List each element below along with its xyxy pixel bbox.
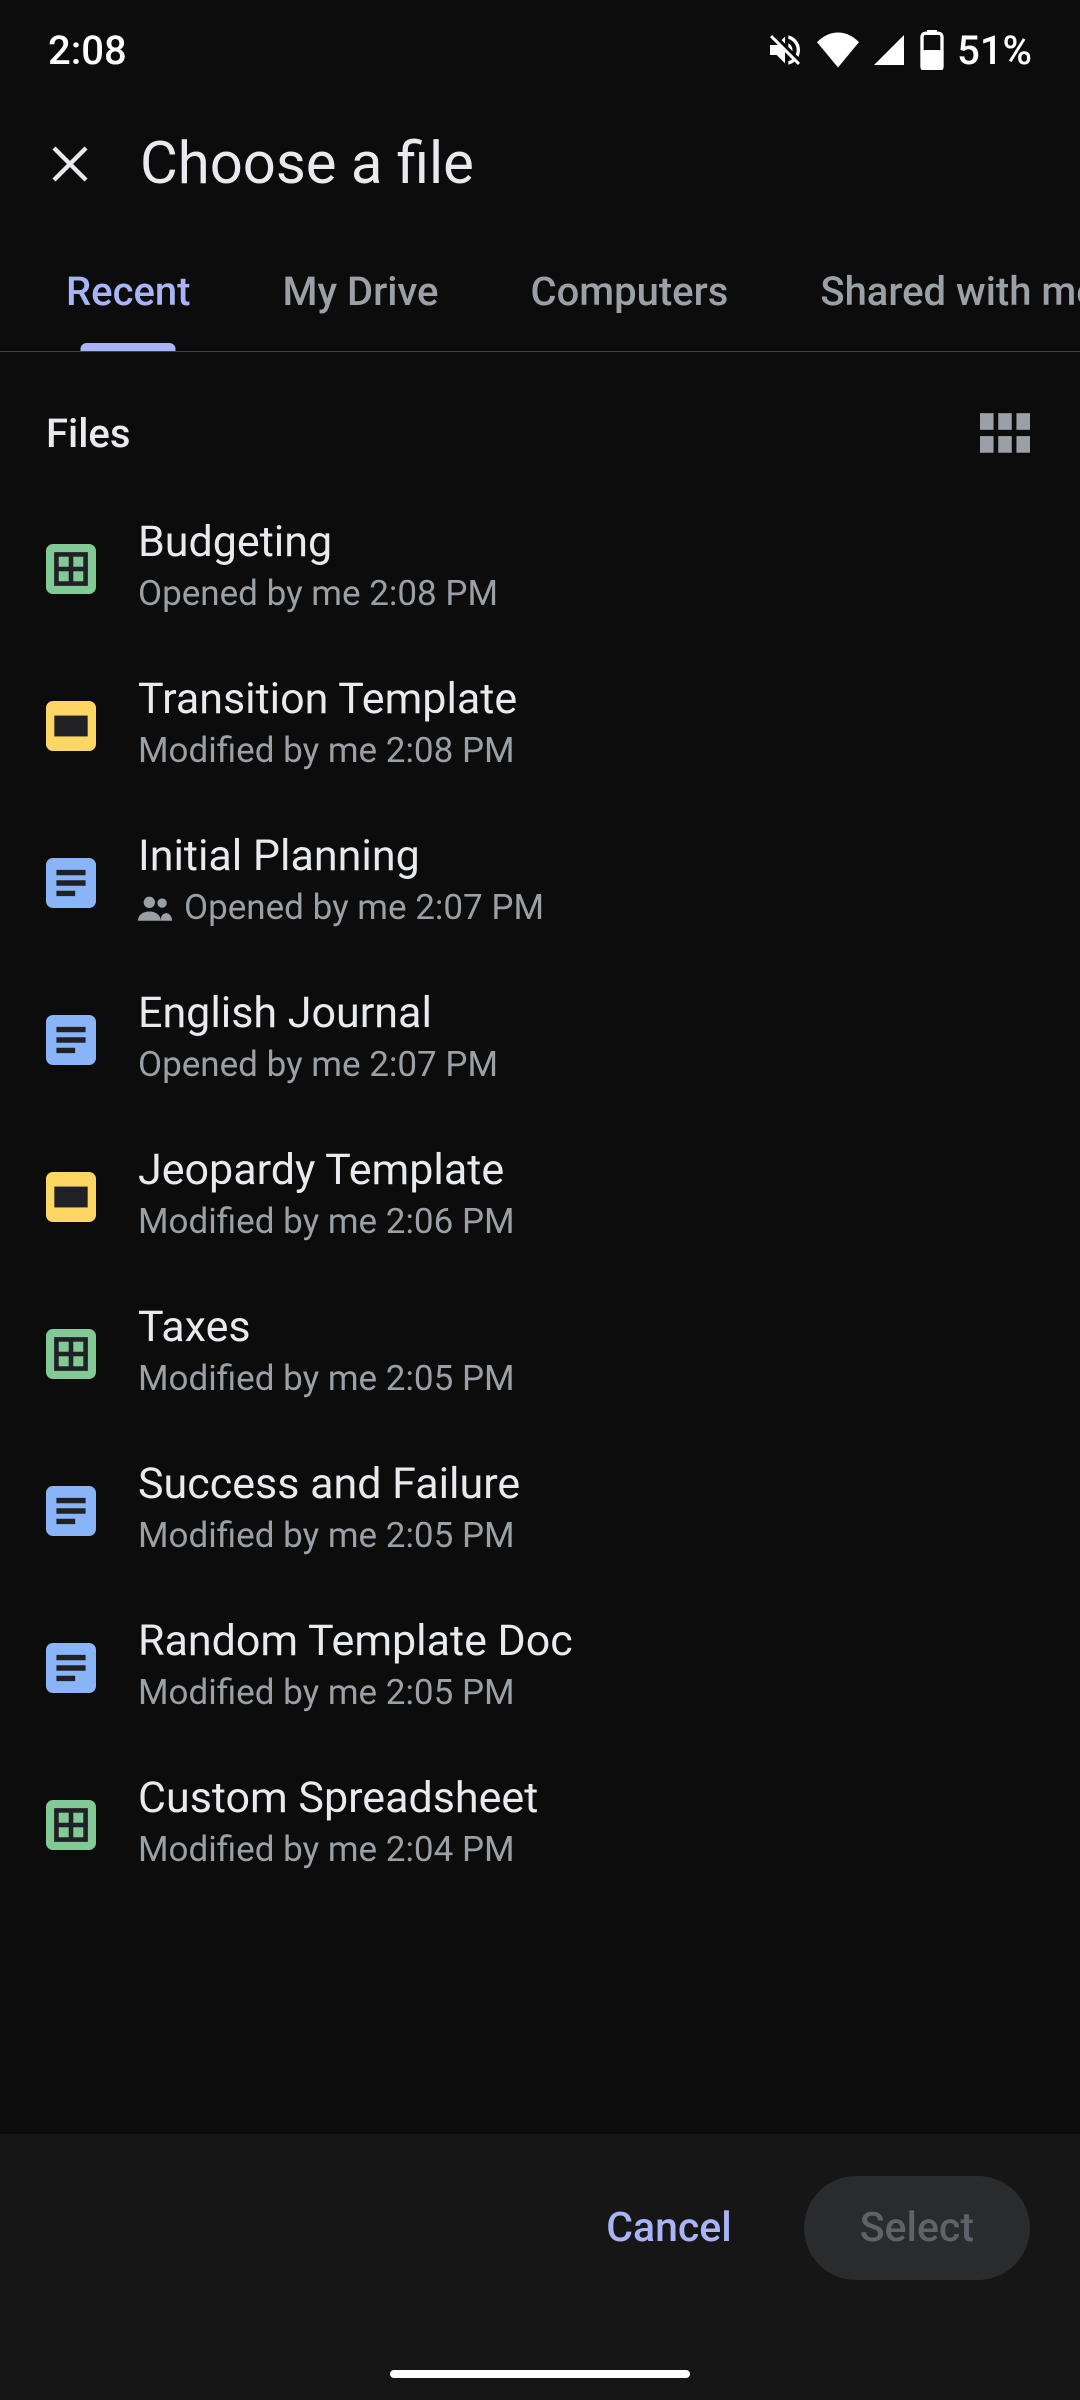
- tab-my-drive[interactable]: My Drive: [237, 238, 485, 351]
- file-text: Success and Failure Modified by me 2:05 …: [138, 1459, 520, 1556]
- sheets-icon: [46, 1329, 96, 1379]
- file-meta: Modified by me 2:08 PM: [138, 730, 517, 771]
- file-name: Random Template Doc: [138, 1616, 573, 1666]
- file-meta: Opened by me 2:07 PM: [138, 1044, 498, 1085]
- status-right: 51%: [765, 27, 1032, 74]
- file-item[interactable]: Taxes Modified by me 2:05 PM: [0, 1272, 1080, 1429]
- cancel-button[interactable]: Cancel: [574, 2180, 764, 2276]
- sheets-icon: [46, 544, 96, 594]
- file-item[interactable]: Custom Spreadsheet Modified by me 2:04 P…: [0, 1743, 1080, 1900]
- file-meta: Modified by me 2:06 PM: [138, 1201, 515, 1242]
- section-title: Files: [46, 410, 130, 457]
- grid-view-button[interactable]: [980, 413, 1030, 455]
- header: Choose a file: [0, 100, 1080, 238]
- wifi-icon: [817, 32, 859, 68]
- docs-icon: [46, 1486, 96, 1536]
- file-text: English Journal Opened by me 2:07 PM: [138, 988, 498, 1085]
- file-text: Transition Template Modified by me 2:08 …: [138, 674, 517, 771]
- slides-icon: [46, 1172, 96, 1222]
- section-header: Files: [0, 352, 1080, 487]
- sheets-icon: [46, 1800, 96, 1850]
- mute-icon: [765, 30, 805, 70]
- file-item[interactable]: Budgeting Opened by me 2:08 PM: [0, 487, 1080, 644]
- file-item[interactable]: Success and Failure Modified by me 2:05 …: [0, 1429, 1080, 1586]
- file-text: Random Template Doc Modified by me 2:05 …: [138, 1616, 573, 1713]
- page-title: Choose a file: [140, 130, 474, 198]
- slides-icon: [46, 701, 96, 751]
- status-bar: 2:08 51%: [0, 0, 1080, 100]
- file-name: Success and Failure: [138, 1459, 520, 1509]
- file-name: Budgeting: [138, 517, 498, 567]
- file-name: Initial Planning: [138, 831, 544, 881]
- file-item[interactable]: Initial Planning Opened by me 2:07 PM: [0, 801, 1080, 958]
- file-name: English Journal: [138, 988, 498, 1038]
- file-text: Taxes Modified by me 2:05 PM: [138, 1302, 515, 1399]
- file-text: Initial Planning Opened by me 2:07 PM: [138, 831, 544, 928]
- select-button[interactable]: Select: [804, 2176, 1030, 2280]
- file-meta-text: Opened by me 2:07 PM: [184, 887, 544, 928]
- footer: Cancel Select: [0, 2134, 1080, 2400]
- file-meta: Modified by me 2:05 PM: [138, 1515, 520, 1556]
- docs-icon: [46, 858, 96, 908]
- file-meta: Modified by me 2:05 PM: [138, 1358, 515, 1399]
- tabs: Recent My Drive Computers Shared with me: [0, 238, 1080, 352]
- tab-computers[interactable]: Computers: [484, 238, 774, 351]
- file-name: Transition Template: [138, 674, 517, 724]
- file-meta: Modified by me 2:04 PM: [138, 1829, 538, 1870]
- file-text: Jeopardy Template Modified by me 2:06 PM: [138, 1145, 515, 1242]
- signal-icon: [871, 32, 907, 68]
- file-meta: Opened by me 2:07 PM: [138, 887, 544, 928]
- shared-icon: [138, 895, 172, 921]
- file-item[interactable]: Transition Template Modified by me 2:08 …: [0, 644, 1080, 801]
- file-meta: Modified by me 2:05 PM: [138, 1672, 573, 1713]
- nav-bar[interactable]: [390, 2370, 690, 2378]
- file-name: Custom Spreadsheet: [138, 1773, 538, 1823]
- file-name: Jeopardy Template: [138, 1145, 515, 1195]
- battery-percent: 51%: [957, 27, 1032, 74]
- file-item[interactable]: Random Template Doc Modified by me 2:05 …: [0, 1586, 1080, 1743]
- file-item[interactable]: Jeopardy Template Modified by me 2:06 PM: [0, 1115, 1080, 1272]
- tab-recent[interactable]: Recent: [20, 238, 237, 351]
- file-text: Budgeting Opened by me 2:08 PM: [138, 517, 498, 614]
- file-text: Custom Spreadsheet Modified by me 2:04 P…: [138, 1773, 538, 1870]
- docs-icon: [46, 1015, 96, 1065]
- file-list: Budgeting Opened by me 2:08 PM Transitio…: [0, 487, 1080, 1900]
- file-item[interactable]: English Journal Opened by me 2:07 PM: [0, 958, 1080, 1115]
- battery-icon: [919, 30, 945, 70]
- file-name: Taxes: [138, 1302, 515, 1352]
- file-meta: Opened by me 2:08 PM: [138, 573, 498, 614]
- status-time: 2:08: [48, 27, 127, 74]
- close-button[interactable]: [40, 134, 100, 194]
- docs-icon: [46, 1643, 96, 1693]
- tab-shared-with-me[interactable]: Shared with me: [774, 238, 1080, 351]
